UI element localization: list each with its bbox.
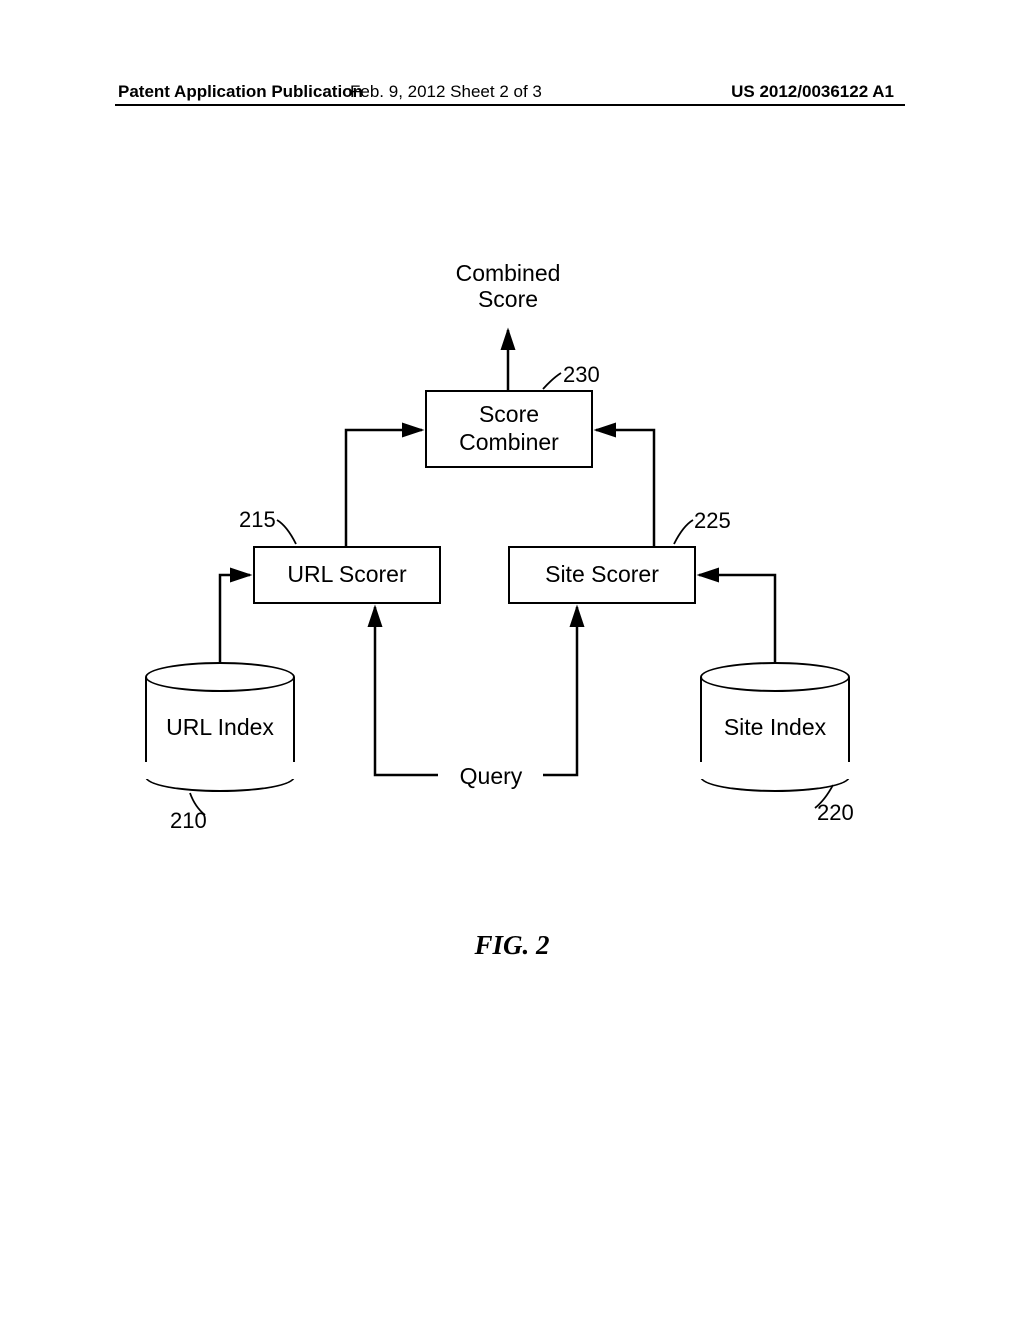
header-rule [115, 104, 905, 106]
header-date-sheet: Feb. 9, 2012 Sheet 2 of 3 [350, 82, 542, 102]
figure-caption: FIG. 2 [0, 930, 1024, 961]
cylinder-top [145, 662, 295, 692]
cylinder-top [700, 662, 850, 692]
connectors-svg [145, 260, 865, 900]
header-publication: Patent Application Publication [118, 82, 363, 102]
header-docnumber: US 2012/0036122 A1 [731, 82, 894, 102]
figure-2-diagram: Combined Score Score Combiner URL Scorer… [145, 260, 865, 900]
page-header: Patent Application Publication Feb. 9, 2… [0, 82, 1024, 102]
